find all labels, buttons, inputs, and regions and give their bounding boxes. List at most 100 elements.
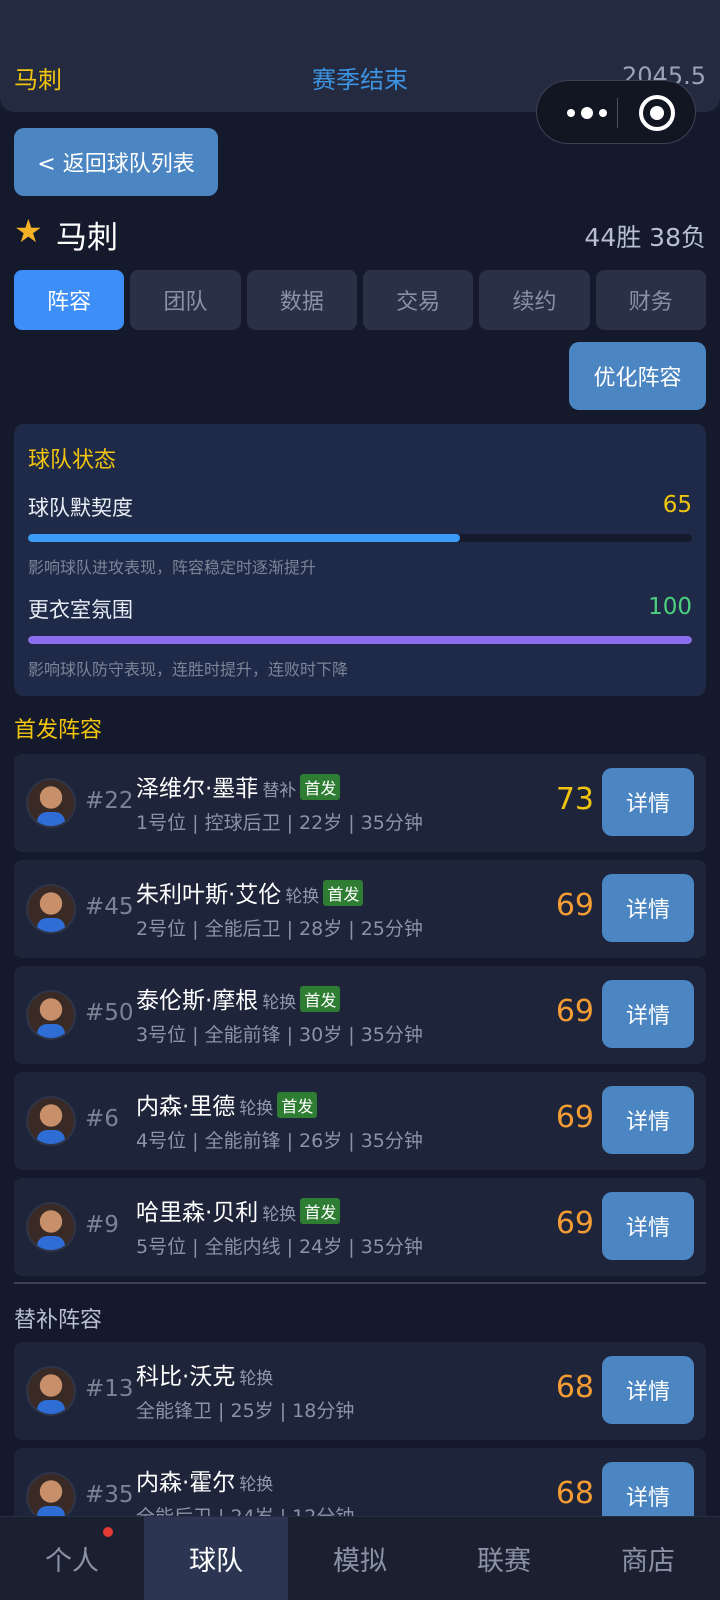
chemistry-label: 球队默契度 bbox=[28, 496, 133, 520]
player-number: #6 bbox=[85, 1106, 119, 1132]
player-detail-button[interactable]: 详情 bbox=[602, 980, 694, 1048]
player-details: 2号位 | 全能后卫 | 28岁 | 25分钟 bbox=[136, 918, 423, 940]
player-role: 轮换 bbox=[239, 1369, 274, 1389]
player-details: 全能锋卫 | 25岁 | 18分钟 bbox=[136, 1400, 355, 1422]
chemistry-description: 影响球队进攻表现，阵容稳定时逐渐提升 bbox=[28, 558, 317, 577]
starter-row: #22 泽维尔·墨菲 替补 首发 1号位 | 控球后卫 | 22岁 | 35分钟 7… bbox=[14, 754, 706, 852]
nav-personal[interactable]: 个人 bbox=[0, 1517, 144, 1600]
player-detail-button[interactable]: 详情 bbox=[602, 1086, 694, 1154]
morale-label: 更衣室氛围 bbox=[28, 598, 133, 622]
tab-stats[interactable]: 数据 bbox=[246, 270, 357, 330]
player-rating: 69 bbox=[555, 1206, 594, 1241]
player-role: 轮换 bbox=[239, 1475, 274, 1495]
player-name: 泰伦斯·摩根 bbox=[136, 988, 259, 1014]
player-name: 内森·里德 bbox=[136, 1094, 236, 1120]
bottom-nav: 个人 球队 模拟 联赛 商店 bbox=[0, 1516, 720, 1600]
team-status-title: 球队状态 bbox=[28, 448, 117, 473]
back-to-team-list-button[interactable]: < 返回球队列表 bbox=[14, 128, 218, 196]
tab-finance[interactable]: 财务 bbox=[595, 270, 706, 330]
player-rating: 69 bbox=[555, 1100, 594, 1135]
capsule-divider bbox=[617, 98, 618, 128]
player-name-line: 泰伦斯·摩根 轮换 首发 bbox=[136, 981, 341, 1015]
nav-team-label: 球队 bbox=[189, 1546, 243, 1577]
player-avatar bbox=[26, 1472, 76, 1522]
nav-league-label: 联赛 bbox=[477, 1546, 531, 1577]
nav-league[interactable]: 联赛 bbox=[432, 1517, 576, 1600]
player-rating: 68 bbox=[555, 1370, 594, 1405]
player-name: 哈里森·贝利 bbox=[136, 1200, 259, 1226]
bench-row: #13 科比·沃克 轮换 全能锋卫 | 25岁 | 18分钟 68 详情 bbox=[14, 1342, 706, 1440]
starter-badge: 首发 bbox=[300, 1198, 341, 1224]
team-status-card: 球队状态 球队默契度 65 影响球队进攻表现，阵容稳定时逐渐提升 更衣室氛围 1… bbox=[14, 424, 706, 696]
section-divider bbox=[14, 1282, 706, 1284]
player-number: #13 bbox=[85, 1376, 134, 1402]
player-detail-button[interactable]: 详情 bbox=[602, 768, 694, 836]
chemistry-bar bbox=[28, 534, 692, 542]
team-record: 44胜 38负 bbox=[584, 223, 706, 252]
player-name: 科比·沃克 bbox=[136, 1364, 236, 1390]
morale-description: 影响球队防守表现，连胜时提升，连败时下降 bbox=[28, 660, 349, 679]
player-details: 3号位 | 全能前锋 | 30岁 | 35分钟 bbox=[136, 1024, 423, 1046]
close-target-icon[interactable] bbox=[639, 95, 675, 131]
tab-trade[interactable]: 交易 bbox=[362, 270, 474, 330]
player-number: #45 bbox=[85, 894, 134, 920]
nav-shop[interactable]: 商店 bbox=[576, 1517, 720, 1600]
starter-badge: 首发 bbox=[323, 880, 364, 906]
player-details: 4号位 | 全能前锋 | 26岁 | 35分钟 bbox=[136, 1130, 423, 1152]
player-name-line: 哈里森·贝利 轮换 首发 bbox=[136, 1193, 341, 1227]
nav-team[interactable]: 球队 bbox=[144, 1517, 288, 1600]
morale-value: 100 bbox=[648, 594, 692, 620]
more-menu-icon[interactable] bbox=[557, 81, 617, 145]
player-name: 泽维尔·墨菲 bbox=[136, 776, 259, 802]
team-title-row: ★ 马刺 44胜 38负 bbox=[14, 212, 706, 256]
starter-row: #6 内森·里德 轮换 首发 4号位 | 全能前锋 | 26岁 | 35分钟 69 … bbox=[14, 1072, 706, 1170]
player-name: 朱利叶斯·艾伦 bbox=[136, 882, 282, 908]
player-role: 替补 bbox=[262, 781, 297, 801]
player-name-line: 内森·里德 轮换 首发 bbox=[136, 1087, 318, 1121]
player-number: #50 bbox=[85, 1000, 134, 1026]
player-details: 1号位 | 控球后卫 | 22岁 | 35分钟 bbox=[136, 812, 423, 834]
nav-simulate[interactable]: 模拟 bbox=[288, 1517, 432, 1600]
nav-simulate-label: 模拟 bbox=[333, 1546, 387, 1577]
starter-row: #50 泰伦斯·摩根 轮换 首发 3号位 | 全能前锋 | 30岁 | 35分钟 6… bbox=[14, 966, 706, 1064]
player-role: 轮换 bbox=[262, 993, 297, 1013]
nav-personal-label: 个人 bbox=[45, 1546, 99, 1577]
tab-lineup[interactable]: 阵容 bbox=[14, 270, 125, 330]
starter-badge: 首发 bbox=[300, 774, 341, 800]
player-detail-button[interactable]: 详情 bbox=[602, 874, 694, 942]
player-name-line: 科比·沃克 轮换 bbox=[136, 1357, 273, 1391]
favorite-star-icon[interactable]: ★ bbox=[14, 214, 48, 248]
mini-program-capsule bbox=[536, 80, 696, 144]
player-avatar bbox=[26, 1366, 76, 1416]
player-name-line: 朱利叶斯·艾伦 轮换 首发 bbox=[136, 875, 364, 909]
player-role: 轮换 bbox=[262, 1205, 297, 1225]
nav-shop-label: 商店 bbox=[621, 1546, 675, 1577]
player-details: 5号位 | 全能内线 | 24岁 | 35分钟 bbox=[136, 1236, 423, 1258]
player-number: #22 bbox=[85, 788, 134, 814]
player-avatar bbox=[26, 778, 76, 828]
bench-section-title: 替补阵容 bbox=[14, 1308, 103, 1333]
player-rating: 69 bbox=[555, 994, 594, 1029]
starters-section-title: 首发阵容 bbox=[14, 718, 103, 743]
player-name-line: 泽维尔·墨菲 替补 首发 bbox=[136, 769, 341, 803]
player-rating: 73 bbox=[555, 782, 594, 817]
player-avatar bbox=[26, 1202, 76, 1252]
player-name: 内森·霍尔 bbox=[136, 1470, 236, 1496]
player-name-line: 内森·霍尔 轮换 bbox=[136, 1463, 273, 1497]
starter-row: #45 朱利叶斯·艾伦 轮换 首发 2号位 | 全能后卫 | 28岁 | 25分钟 … bbox=[14, 860, 706, 958]
notification-dot bbox=[103, 1527, 113, 1537]
tab-renew[interactable]: 续约 bbox=[479, 270, 590, 330]
optimize-lineup-button[interactable]: 优化阵容 bbox=[569, 342, 706, 410]
player-role: 轮换 bbox=[239, 1099, 274, 1119]
chemistry-value: 65 bbox=[662, 492, 692, 518]
starter-badge: 首发 bbox=[300, 986, 341, 1012]
player-number: #35 bbox=[85, 1482, 134, 1508]
player-number: #9 bbox=[85, 1212, 119, 1238]
starter-badge: 首发 bbox=[277, 1092, 318, 1118]
player-detail-button[interactable]: 详情 bbox=[602, 1192, 694, 1260]
team-tabs: 阵容 团队 数据 交易 续约 财务 bbox=[14, 270, 706, 330]
tab-team[interactable]: 团队 bbox=[130, 270, 241, 330]
player-rating: 69 bbox=[555, 888, 594, 923]
player-detail-button[interactable]: 详情 bbox=[602, 1356, 694, 1424]
player-avatar bbox=[26, 1096, 76, 1146]
